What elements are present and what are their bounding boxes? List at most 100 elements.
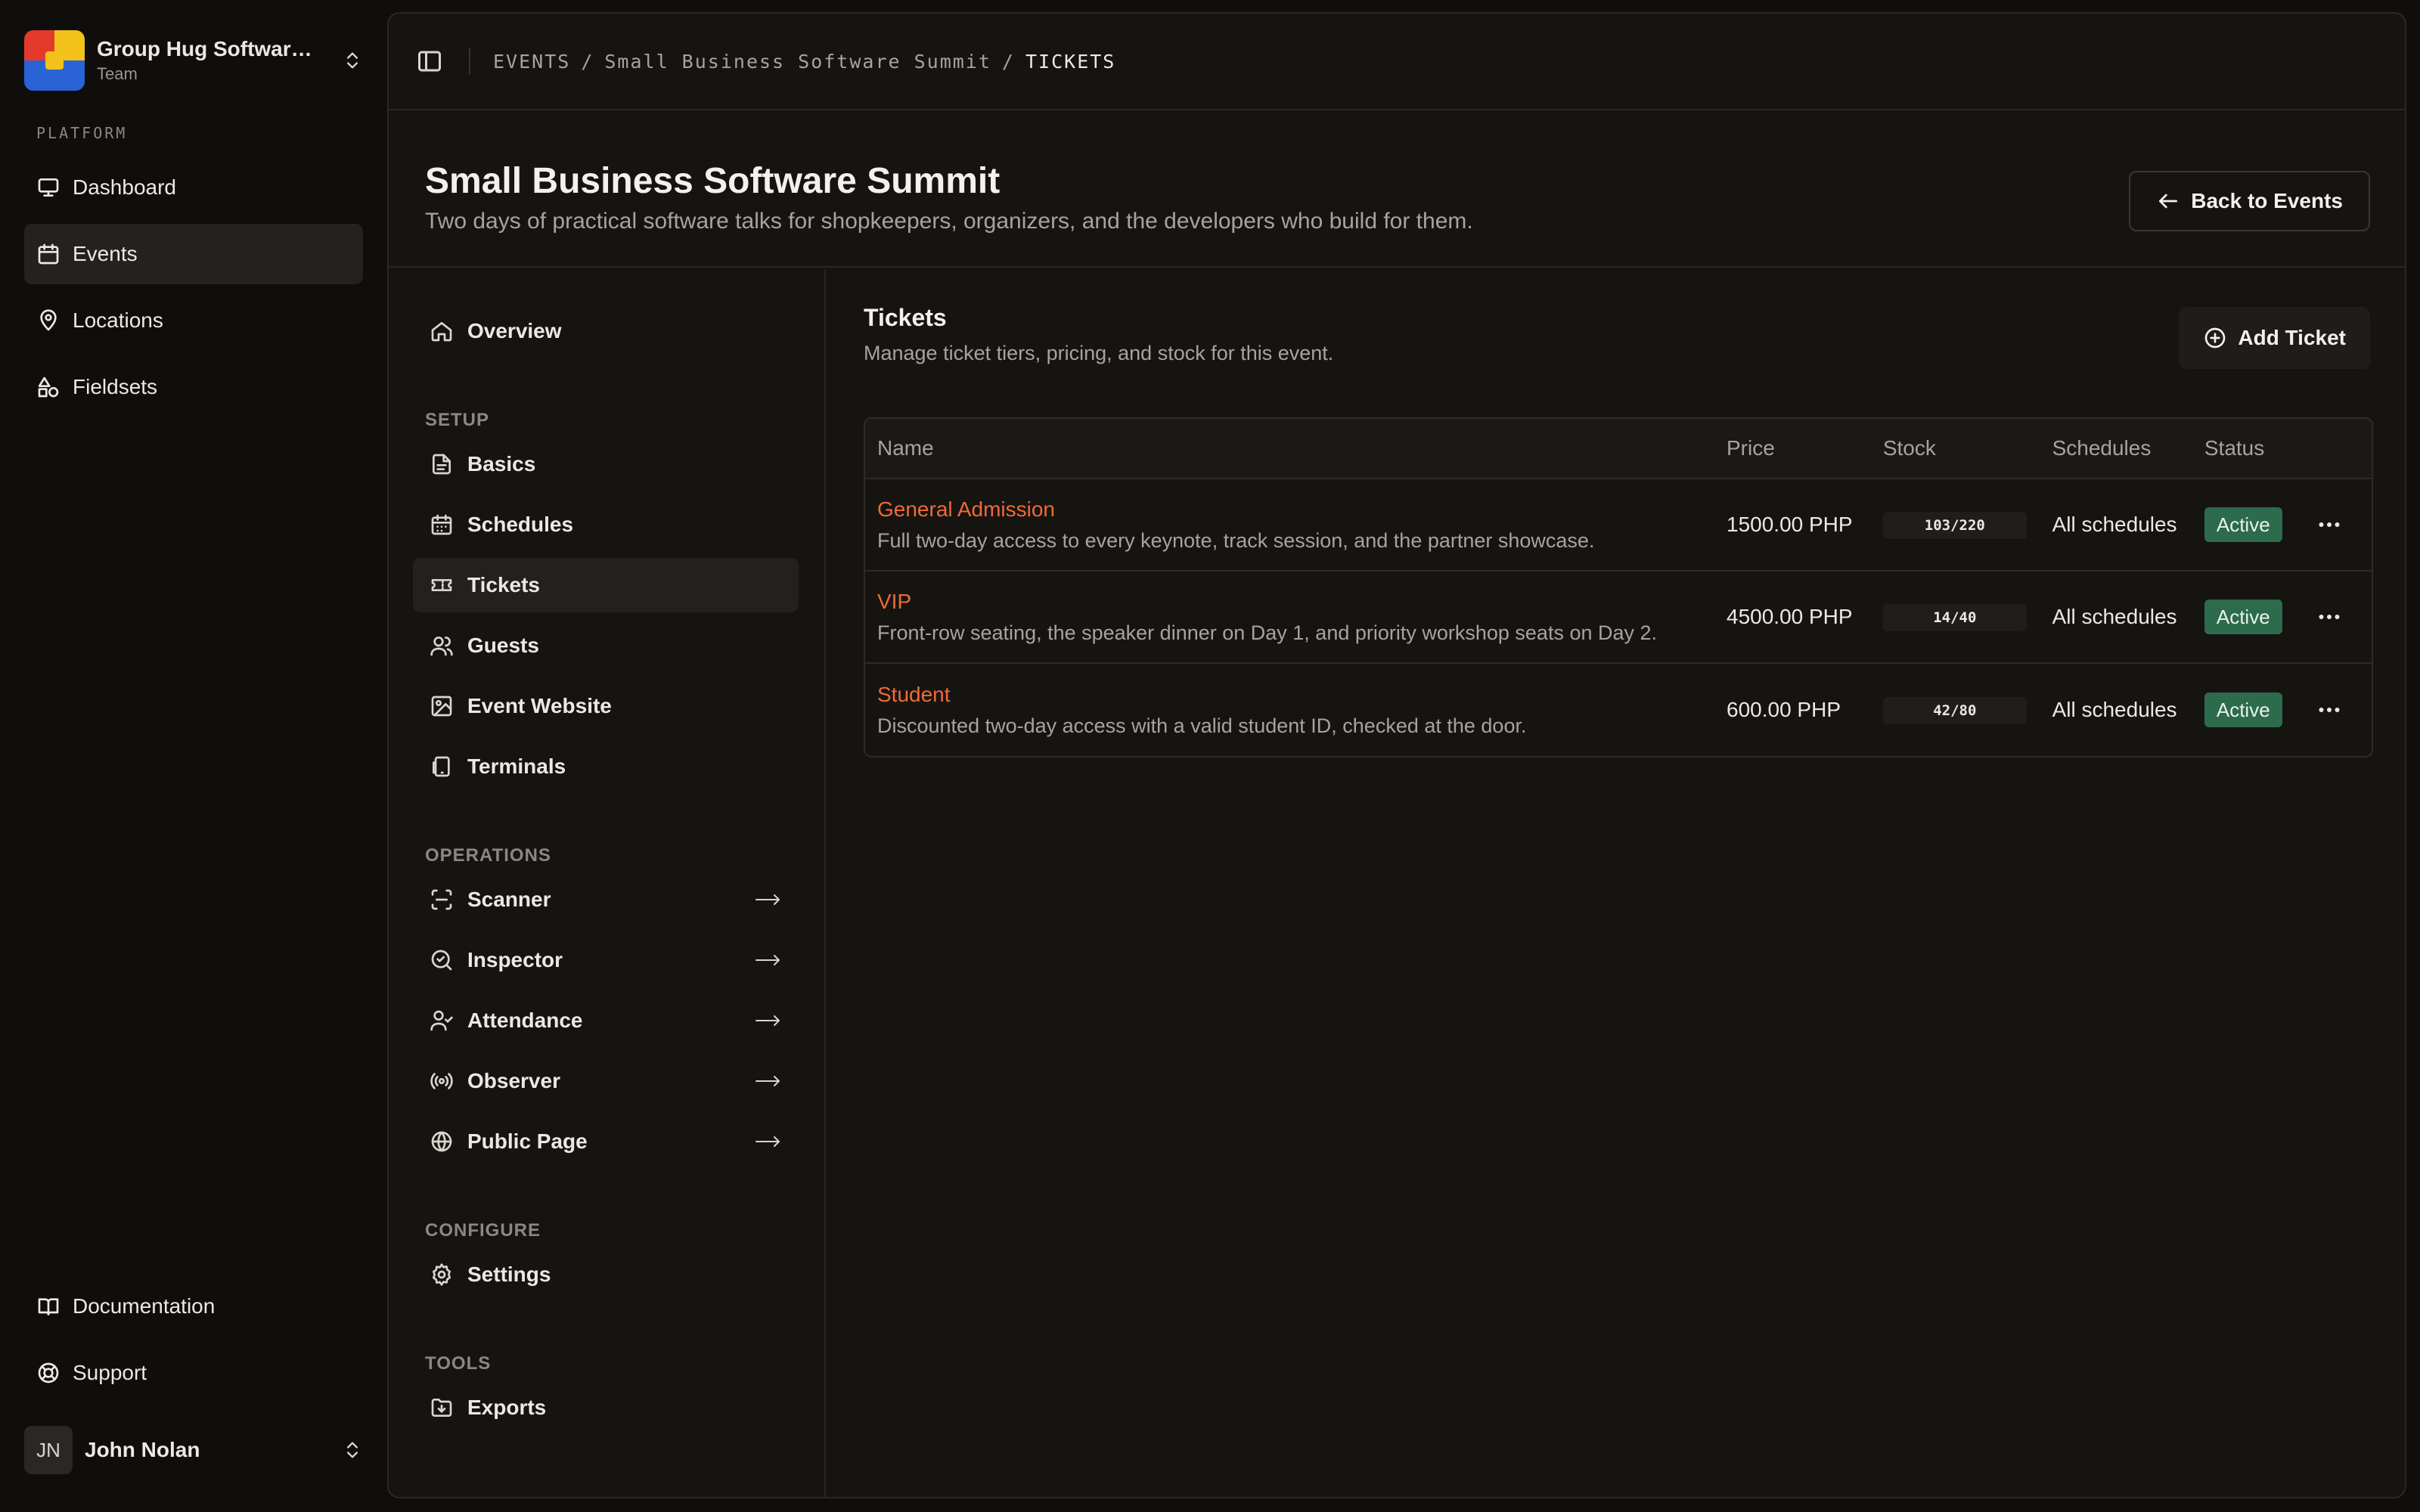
subnav-label: Tickets: [467, 573, 540, 596]
subnav-item-overview[interactable]: Overview: [413, 304, 799, 358]
ticket-name-link[interactable]: Student: [877, 683, 1714, 707]
shapes-icon: [36, 375, 60, 399]
subnav-item-attendance[interactable]: Attendance: [413, 993, 799, 1048]
ticket-actions-cell: [2304, 479, 2372, 572]
ticket-status-cell: Active: [2192, 572, 2304, 664]
plus-circle-icon: [2203, 326, 2227, 350]
sidebar-item-locations[interactable]: Locations: [24, 290, 363, 351]
platform-nav: Dashboard Events Locations Fieldsets: [24, 157, 363, 423]
subnav-item-inspector[interactable]: Inspector: [413, 933, 799, 987]
subnav-label: Basics: [467, 452, 536, 476]
subnav-item-settings[interactable]: Settings: [413, 1247, 799, 1302]
breadcrumb-separator: /: [1001, 50, 1015, 73]
table-header-row: Name Price Stock Schedules Status: [865, 419, 2372, 479]
subnav-item-guests[interactable]: Guests: [413, 618, 799, 673]
sidebar-item-label: Dashboard: [73, 175, 176, 199]
ticket-status-cell: Active: [2192, 479, 2304, 572]
ticket-description: Full two-day access to every keynote, tr…: [877, 528, 1595, 552]
subnav-item-exports[interactable]: Exports: [413, 1380, 799, 1435]
arrow-right-icon: [755, 1072, 782, 1090]
ticket-status-cell: Active: [2192, 664, 2304, 756]
stock-badge: 14/40: [1882, 603, 2027, 631]
stock-badge: 103/220: [1882, 511, 2027, 539]
sidebar-item-dashboard[interactable]: Dashboard: [24, 157, 363, 218]
subnav-item-terminals[interactable]: Terminals: [413, 739, 799, 794]
ticket-price: 4500.00 PHP: [1714, 572, 1871, 664]
column-header-status[interactable]: Status: [2192, 419, 2304, 479]
team-name: Group Hug Software...: [97, 37, 316, 60]
subnav-label: Overview: [467, 319, 562, 342]
users-icon: [430, 634, 454, 658]
folder-down-icon: [430, 1396, 454, 1420]
column-header-actions: [2304, 419, 2372, 479]
tickets-table: Name Price Stock Schedules Status Genera…: [864, 417, 2373, 758]
table-row: General Admission Full two-day access to…: [865, 479, 2372, 572]
back-to-events-button[interactable]: Back to Events: [2129, 171, 2370, 231]
ticket-price: 1500.00 PHP: [1714, 479, 1871, 572]
ticket-stock-cell: 14/40: [1870, 572, 2040, 664]
sidebar-item-support[interactable]: Support: [24, 1343, 363, 1403]
breadcrumb-separator: /: [581, 50, 594, 73]
subnav-item-tickets[interactable]: Tickets: [413, 558, 799, 612]
subnav-item-event-website[interactable]: Event Website: [413, 679, 799, 733]
column-header-price[interactable]: Price: [1714, 419, 1871, 479]
sidebar-item-label: Fieldsets: [73, 375, 158, 398]
more-horizontal-icon[interactable]: [2316, 511, 2372, 538]
ticket-name-cell: General Admission Full two-day access to…: [865, 479, 1714, 572]
ticket-stock-cell: 103/220: [1870, 479, 2040, 572]
sidebar-item-events[interactable]: Events: [24, 224, 363, 284]
user-check-icon: [430, 1009, 454, 1033]
subnav-item-scanner[interactable]: Scanner: [413, 872, 799, 927]
column-header-name[interactable]: Name: [865, 419, 1714, 479]
avatar: JN: [24, 1426, 73, 1474]
divider: [469, 48, 470, 75]
chevrons-up-down-icon: [342, 1439, 363, 1461]
ticket-description: Discounted two-day access with a valid s…: [877, 714, 1527, 737]
status-badge: Active: [2204, 507, 2282, 542]
chevrons-up-down-icon: [342, 50, 363, 71]
sidebar-toggle-icon[interactable]: [416, 48, 443, 75]
subnav-item-basics[interactable]: Basics: [413, 437, 799, 491]
calendar-icon: [36, 242, 60, 266]
platform-section-label: PLATFORM: [36, 124, 128, 142]
subnav-item-schedules[interactable]: Schedules: [413, 497, 799, 552]
image-icon: [430, 694, 454, 718]
more-horizontal-icon[interactable]: [2316, 696, 2372, 723]
team-switcher[interactable]: Group Hug Software... Team: [24, 26, 363, 95]
subnav-label: Guests: [467, 634, 539, 657]
subnav-label: Schedules: [467, 513, 574, 536]
top-bar: EVENTS / Small Business Software Summit …: [389, 14, 2405, 110]
ticket-name-link[interactable]: General Admission: [877, 497, 1714, 522]
ticket-stock-cell: 42/80: [1871, 664, 2040, 756]
subnav-item-public-page[interactable]: Public Page: [413, 1114, 799, 1169]
tickets-description: Manage ticket tiers, pricing, and stock …: [864, 342, 1334, 364]
ticket-schedules: All schedules: [2040, 572, 2192, 664]
breadcrumb-event[interactable]: Small Business Software Summit: [604, 51, 991, 73]
ticket-schedules: All schedules: [2040, 479, 2192, 572]
more-horizontal-icon[interactable]: [2316, 603, 2372, 631]
sidebar-item-label: Support: [73, 1361, 147, 1384]
sidebar-item-fieldsets[interactable]: Fieldsets: [24, 357, 363, 417]
subnav-label: Observer: [467, 1069, 560, 1092]
arrow-right-icon: [755, 951, 782, 969]
tools-section-label: TOOLS: [425, 1353, 492, 1374]
monitor-icon: [36, 175, 60, 200]
subnav-item-observer[interactable]: Observer: [413, 1054, 799, 1108]
breadcrumb-events[interactable]: EVENTS: [493, 51, 570, 73]
ticket-name-cell: VIP Front-row seating, the speaker dinne…: [865, 572, 1714, 664]
column-header-stock[interactable]: Stock: [1870, 419, 2040, 479]
sidebar-item-label: Documentation: [73, 1294, 216, 1318]
ticket-name-link[interactable]: VIP: [877, 590, 1714, 614]
user-menu[interactable]: JN John Nolan: [24, 1421, 363, 1479]
column-header-schedules[interactable]: Schedules: [2040, 419, 2192, 479]
sidebar-item-documentation[interactable]: Documentation: [24, 1276, 363, 1337]
team-subtitle: Team: [97, 64, 138, 83]
ticket-description: Front-row seating, the speaker dinner on…: [877, 621, 1658, 644]
back-button-label: Back to Events: [2191, 189, 2343, 212]
add-ticket-label: Add Ticket: [2238, 326, 2346, 349]
subnav-label: Public Page: [467, 1129, 588, 1153]
ticket-name-cell: Student Discounted two-day access with a…: [865, 664, 1714, 756]
add-ticket-button[interactable]: Add Ticket: [2179, 307, 2370, 369]
tickets-title: Tickets: [864, 304, 947, 331]
status-badge: Active: [2204, 600, 2282, 634]
